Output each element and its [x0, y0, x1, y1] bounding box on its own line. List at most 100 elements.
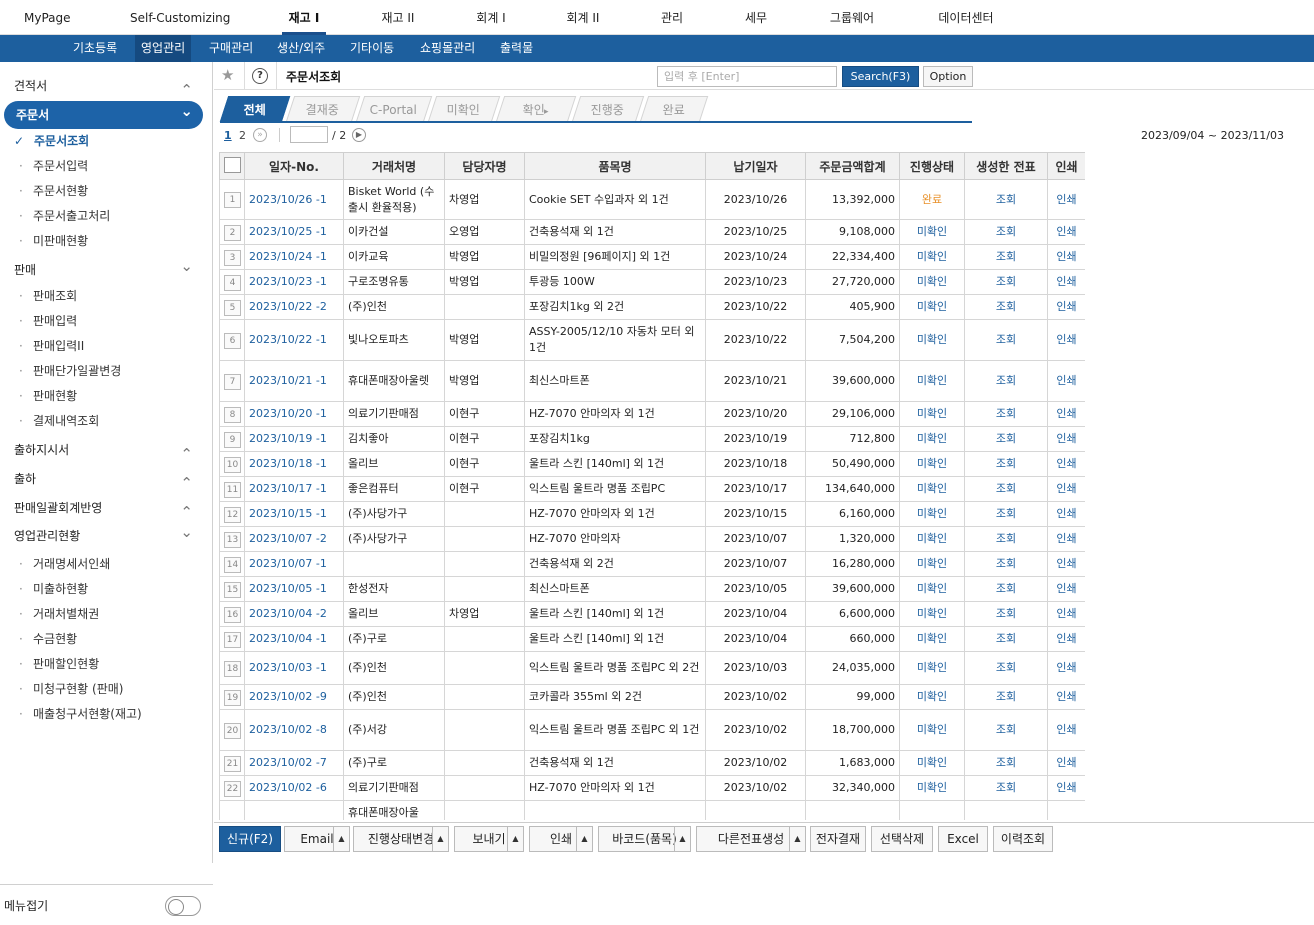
- subnav-item[interactable]: 기타이동: [344, 35, 400, 62]
- column-header[interactable]: 담당자명: [444, 152, 525, 180]
- caret-up-icon[interactable]: ▲: [576, 827, 592, 851]
- slip-view-link[interactable]: 조회: [964, 294, 1048, 320]
- slip-view-link[interactable]: 조회: [964, 179, 1048, 220]
- search-input[interactable]: [657, 66, 837, 87]
- table-row[interactable]: 3 2023/10/24 -1 이카교육 박영업 비밀의정원 [96페이지] 외 1건 2…: [219, 244, 1085, 270]
- slip-view-link[interactable]: 조회: [964, 626, 1048, 652]
- date-no-link[interactable]: 2023/10/02 -6: [244, 775, 344, 801]
- print-link[interactable]: 인쇄: [1047, 179, 1085, 220]
- column-header[interactable]: 거래처명: [343, 152, 445, 180]
- status-link[interactable]: 미확인: [899, 269, 965, 295]
- table-row[interactable]: 2 2023/10/25 -1 이카건설 오영업 건축용석재 외 1건 2023/10/2…: [219, 219, 1085, 245]
- sidebar-item[interactable]: · 주문서출고처리: [0, 204, 213, 228]
- status-link[interactable]: 미확인: [899, 219, 965, 245]
- table-row[interactable]: 8 2023/10/20 -1 의료기기판매점 이현구 HZ-7070 안마의자 외 1…: [219, 401, 1085, 427]
- date-no-link[interactable]: [244, 800, 344, 820]
- sidebar-item[interactable]: · 거래처별채권: [0, 602, 213, 626]
- toolbar-button[interactable]: 신규(F2): [219, 826, 281, 852]
- print-link[interactable]: 인쇄: [1047, 551, 1085, 577]
- date-no-link[interactable]: 2023/10/18 -1: [244, 451, 344, 477]
- date-no-link[interactable]: 2023/10/21 -1: [244, 360, 344, 402]
- print-link[interactable]: 인쇄: [1047, 709, 1085, 751]
- date-no-link[interactable]: 2023/10/04 -1: [244, 626, 344, 652]
- subnav-item[interactable]: 쇼핑몰관리: [414, 35, 481, 62]
- sidebar-group[interactable]: 견적서 ⌃: [0, 74, 213, 99]
- sidebar-group[interactable]: 출하 ⌃: [0, 467, 213, 492]
- slip-view-link[interactable]: 조회: [964, 775, 1048, 801]
- chevron-down-icon[interactable]: ⌄: [180, 254, 193, 278]
- table-row[interactable]: 1 2023/10/26 -1 Bisket World (수출시 환율적용) 차영업…: [219, 179, 1085, 220]
- sidebar-item[interactable]: · 판매단가일괄변경: [0, 359, 213, 383]
- toolbar-button[interactable]: 인쇄 ▲: [529, 826, 593, 852]
- table-row[interactable]: 20 2023/10/02 -8 (주)서강 익스트림 울트라 명품 조립PC 외 1…: [219, 709, 1085, 751]
- sidebar-item[interactable]: ✓ 주문서조회: [0, 129, 213, 153]
- sidebar-item[interactable]: · 판매할인현황: [0, 652, 213, 676]
- column-header[interactable]: 인쇄: [1047, 152, 1085, 180]
- select-all-checkbox[interactable]: [219, 152, 245, 180]
- caret-up-icon[interactable]: ▲: [507, 827, 523, 851]
- column-header[interactable]: 일자-No.: [244, 152, 344, 180]
- print-link[interactable]: 인쇄: [1047, 269, 1085, 295]
- date-no-link[interactable]: 2023/10/03 -1: [244, 651, 344, 685]
- print-link[interactable]: 인쇄: [1047, 576, 1085, 602]
- table-row[interactable]: 5 2023/10/22 -2 (주)인천 포장김치1kg 외 2건 2023/10/2…: [219, 294, 1085, 320]
- toolbar-button[interactable]: Email ▲: [284, 826, 350, 852]
- date-no-link[interactable]: 2023/10/22 -2: [244, 294, 344, 320]
- slip-view-link[interactable]: 조회: [964, 360, 1048, 402]
- status-link[interactable]: 미확인: [899, 244, 965, 270]
- date-no-link[interactable]: 2023/10/15 -1: [244, 501, 344, 527]
- slip-view-link[interactable]: 조회: [964, 476, 1048, 502]
- column-header[interactable]: 생성한 전표: [964, 152, 1048, 180]
- sidebar-group[interactable]: 출하지시서 ⌃: [0, 438, 213, 463]
- print-link[interactable]: [1047, 800, 1085, 820]
- print-link[interactable]: 인쇄: [1047, 401, 1085, 427]
- table-row[interactable]: 15 2023/10/05 -1 한성전자 최신스마트폰 2023/10/05 39,60…: [219, 576, 1085, 602]
- print-link[interactable]: 인쇄: [1047, 601, 1085, 627]
- topnav-item[interactable]: 재고 I: [282, 0, 326, 35]
- sidebar-item[interactable]: · 주문서입력: [0, 154, 213, 178]
- status-link[interactable]: 미확인: [899, 750, 965, 776]
- slip-view-link[interactable]: [964, 800, 1048, 820]
- chevron-up-icon[interactable]: ⌃: [180, 471, 193, 495]
- sidebar-group[interactable]: 판매 ⌄: [0, 257, 213, 282]
- status-link[interactable]: 미확인: [899, 360, 965, 402]
- sidebar-item[interactable]: · 매출청구서현황(재고): [0, 702, 213, 726]
- slip-view-link[interactable]: 조회: [964, 651, 1048, 685]
- caret-up-icon[interactable]: ▲: [674, 827, 690, 851]
- status-link[interactable]: 미확인: [899, 601, 965, 627]
- print-link[interactable]: 인쇄: [1047, 526, 1085, 552]
- column-header[interactable]: 진행상태: [899, 152, 965, 180]
- status-link[interactable]: 미확인: [899, 775, 965, 801]
- slip-view-link[interactable]: 조회: [964, 451, 1048, 477]
- topnav-item[interactable]: MyPage: [24, 0, 71, 35]
- date-no-link[interactable]: 2023/10/20 -1: [244, 401, 344, 427]
- table-row[interactable]: 13 2023/10/07 -2 (주)사당가구 HZ-7070 안마의자 2023/1…: [219, 526, 1085, 552]
- topnav-item[interactable]: 재고 II: [380, 0, 416, 35]
- status-link[interactable]: 미확인: [899, 501, 965, 527]
- sidebar-item[interactable]: · 미출하현황: [0, 577, 213, 601]
- print-link[interactable]: 인쇄: [1047, 750, 1085, 776]
- print-link[interactable]: 인쇄: [1047, 476, 1085, 502]
- slip-view-link[interactable]: 조회: [964, 750, 1048, 776]
- toolbar-button[interactable]: 다른전표생성 ▲: [696, 826, 806, 852]
- status-link[interactable]: 미확인: [899, 401, 965, 427]
- sidebar-group[interactable]: 영업관리현황 ⌄: [0, 523, 213, 548]
- tab-0[interactable]: 전체: [219, 96, 291, 122]
- status-link[interactable]: 미확인: [899, 451, 965, 477]
- tab-5[interactable]: 진행중: [571, 96, 645, 122]
- slip-view-link[interactable]: 조회: [964, 601, 1048, 627]
- date-no-link[interactable]: 2023/10/02 -9: [244, 684, 344, 710]
- status-link[interactable]: 미확인: [899, 319, 965, 361]
- sidebar-item[interactable]: · 미판매현황: [0, 229, 213, 253]
- topnav-item[interactable]: 그룹웨어: [828, 0, 876, 35]
- date-no-link[interactable]: 2023/10/23 -1: [244, 269, 344, 295]
- chevron-down-icon[interactable]: ⌄: [180, 97, 193, 125]
- toolbar-button[interactable]: 전자결재: [810, 826, 866, 852]
- date-no-link[interactable]: 2023/10/02 -7: [244, 750, 344, 776]
- print-link[interactable]: 인쇄: [1047, 684, 1085, 710]
- status-link[interactable]: 미확인: [899, 651, 965, 685]
- print-link[interactable]: 인쇄: [1047, 426, 1085, 452]
- topnav-item[interactable]: Self-Customizing: [130, 0, 230, 35]
- sidebar-group[interactable]: 주문서 ⌄: [4, 101, 203, 129]
- date-no-link[interactable]: 2023/10/17 -1: [244, 476, 344, 502]
